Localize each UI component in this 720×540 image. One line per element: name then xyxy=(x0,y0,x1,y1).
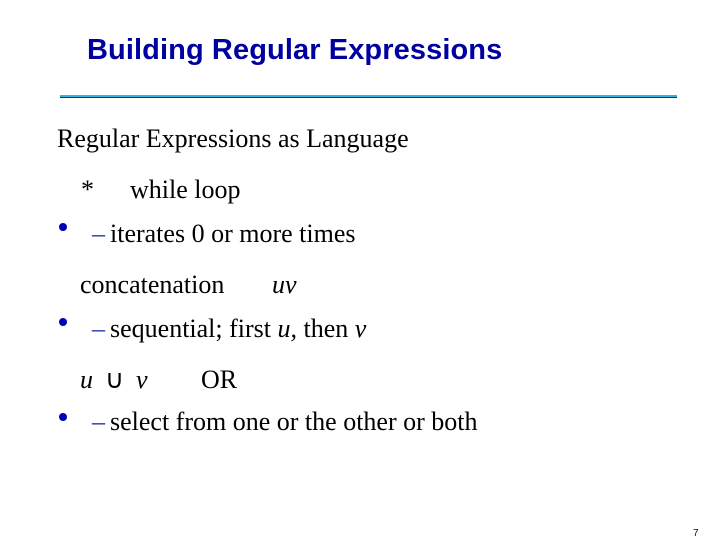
sub-bullet-text: iterates 0 or more times xyxy=(110,219,356,248)
slide: Building Regular Expressions Regular Exp… xyxy=(0,0,720,540)
concat-expression: uv xyxy=(272,270,297,299)
bullet-label: OR xyxy=(201,365,238,394)
bullet-item-concatenation: concatenation uv xyxy=(0,268,720,326)
bullet-item-star: * while loop xyxy=(0,173,720,231)
sub-bullet-text: select from one or the other or both xyxy=(110,407,478,436)
sub-bullet-dash-icon: – xyxy=(92,219,105,248)
variable-u: u, xyxy=(277,314,298,343)
sub-bullet-item: – iterates 0 or more times xyxy=(0,217,720,251)
slide-title: Building Regular Expressions xyxy=(87,34,503,66)
bullet-label: while loop xyxy=(130,175,241,204)
slide-subtitle: Regular Expressions as Language xyxy=(57,124,409,153)
union-operator-icon: ∪ xyxy=(105,365,125,394)
page-number: 7 xyxy=(693,528,699,539)
star-operator: * xyxy=(81,175,94,204)
sub-bullet-dash-icon: – xyxy=(92,407,105,436)
sub-text-segment: sequential; first xyxy=(110,314,278,343)
sub-text-segment: then xyxy=(297,314,355,343)
sub-bullet-item: – select from one or the other or both xyxy=(0,405,720,439)
variable-v: v xyxy=(354,314,367,343)
sub-bullet-dash-icon: – xyxy=(92,314,105,343)
bullet-item-union: u ∪ v OR xyxy=(0,363,720,421)
variable-v: v xyxy=(136,365,148,394)
sub-bullet-item: – sequential; first u, then v xyxy=(0,312,720,346)
title-divider xyxy=(60,95,677,98)
variable-u: u xyxy=(80,365,93,394)
bullet-label: concatenation xyxy=(80,270,225,299)
sub-bullet-text: sequential; first u, then v xyxy=(110,312,366,346)
